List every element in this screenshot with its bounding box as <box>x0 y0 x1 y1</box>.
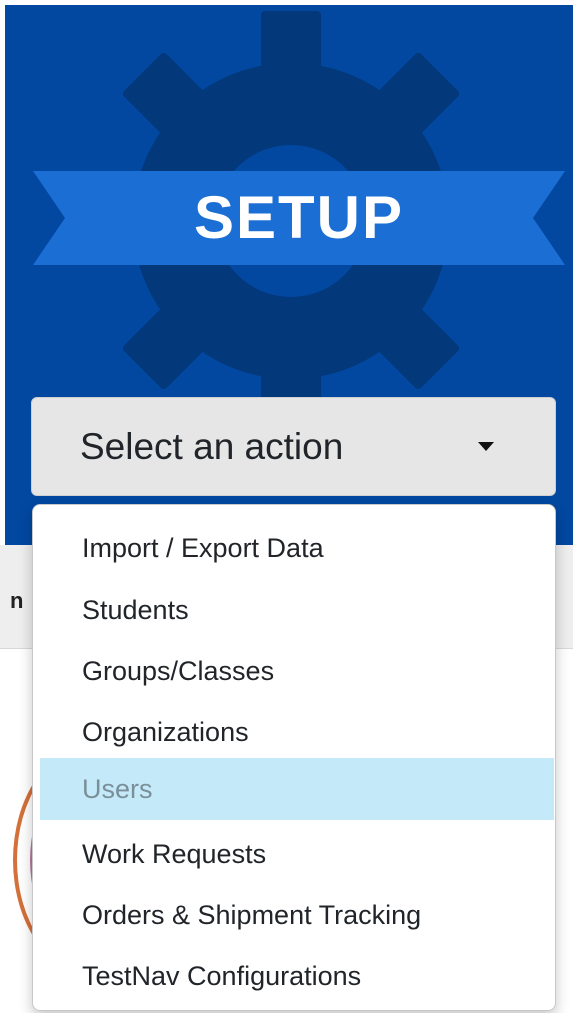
menu-item-groups-classes[interactable]: Groups/Classes <box>40 640 554 702</box>
action-select-label: Select an action <box>80 426 344 467</box>
menu-item-students[interactable]: Students <box>40 579 554 641</box>
action-select[interactable]: Select an action <box>31 397 556 496</box>
menu-item-organizations[interactable]: Organizations <box>40 701 554 763</box>
menu-item-testnav-configurations[interactable]: TestNav Configurations <box>40 945 554 1007</box>
menu-item-orders-shipment-tracking[interactable]: Orders & Shipment Tracking <box>40 884 554 946</box>
menu-item-users[interactable]: Users <box>40 758 554 820</box>
partial-heading-text: n <box>10 588 24 613</box>
setup-panel: SETUP Select an action <box>0 0 573 545</box>
setup-title: SETUP <box>193 184 405 251</box>
setup-banner: SETUP <box>33 171 565 265</box>
action-dropdown-menu: Import / Export Data Students Groups/Cla… <box>32 504 556 1011</box>
menu-item-work-requests[interactable]: Work Requests <box>40 823 554 885</box>
menu-item-import-export-data[interactable]: Import / Export Data <box>40 517 554 579</box>
caret-down-icon <box>478 442 494 451</box>
